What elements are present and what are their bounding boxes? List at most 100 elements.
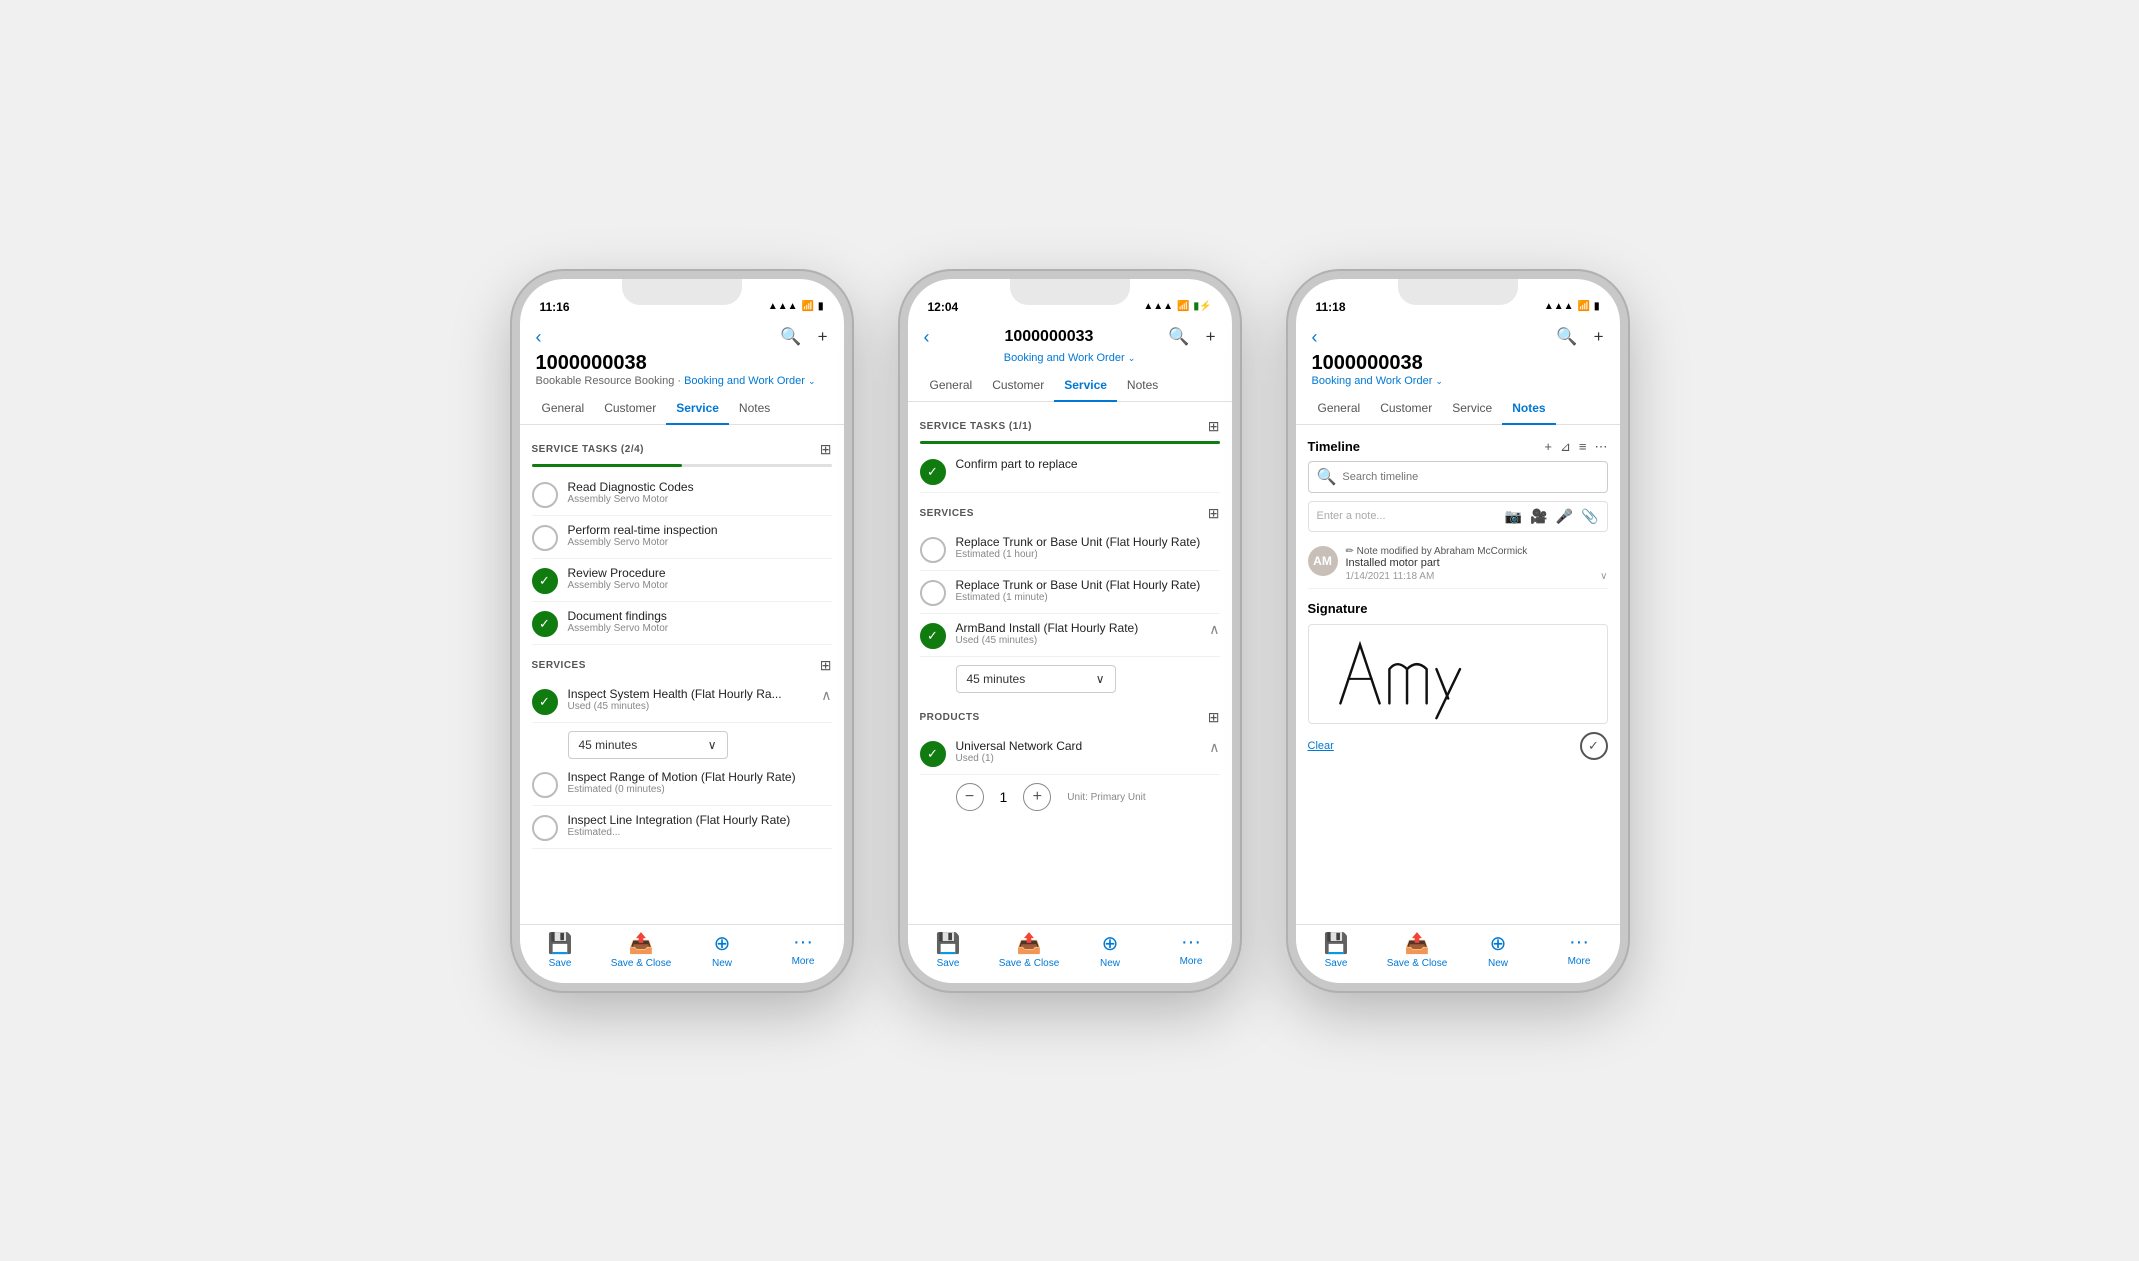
- service-item-2-2[interactable]: Replace Trunk or Base Unit (Flat Hourly …: [920, 571, 1220, 614]
- service-check-2-2[interactable]: [920, 580, 946, 606]
- timeline-dots-3[interactable]: ⋯: [1595, 439, 1608, 455]
- task-check-1-2[interactable]: [532, 525, 558, 551]
- more-button-1[interactable]: ··· More: [763, 931, 844, 969]
- add-icon-2[interactable]: +: [1206, 327, 1216, 347]
- note-input-row-3[interactable]: Enter a note... 📷 🎥 🎤 📎: [1308, 501, 1608, 532]
- time-1: 11:16: [540, 300, 570, 314]
- service-check-1-1[interactable]: ✓: [532, 689, 558, 715]
- section-icon-tasks-2[interactable]: ⊞: [1208, 418, 1220, 435]
- product-item-2-1[interactable]: ✓ Universal Network Card Used (1) ∧: [920, 732, 1220, 775]
- qty-row-2-1: − 1 + Unit: Primary Unit: [920, 775, 1220, 815]
- tab-notes-3[interactable]: Notes: [1502, 393, 1555, 425]
- service-item-2-1[interactable]: Replace Trunk or Base Unit (Flat Hourly …: [920, 528, 1220, 571]
- add-icon-3[interactable]: +: [1594, 327, 1604, 347]
- tab-customer-3[interactable]: Customer: [1370, 393, 1442, 425]
- scroll-body-3[interactable]: Timeline + ⊿ ≡ ⋯ 🔍 Enter a note... 📷: [1296, 425, 1620, 924]
- back-button-1[interactable]: ‹: [536, 327, 542, 348]
- page-subtitle-1: Bookable Resource Booking · Booking and …: [536, 375, 828, 387]
- back-button-2[interactable]: ‹: [924, 327, 930, 348]
- save-button-2[interactable]: 💾 Save: [908, 931, 989, 969]
- tab-general-2[interactable]: General: [920, 370, 983, 402]
- tab-customer-1[interactable]: Customer: [594, 393, 666, 425]
- service-name-2-3: ArmBand Install (Flat Hourly Rate): [956, 621, 1200, 635]
- section-icon-services-2[interactable]: ⊞: [1208, 505, 1220, 522]
- more-button-2[interactable]: ··· More: [1151, 931, 1232, 969]
- subtitle-link-3[interactable]: Booking and Work Order: [1312, 375, 1433, 387]
- timeline-list-3[interactable]: ≡: [1579, 439, 1587, 455]
- mic-icon-3[interactable]: 🎤: [1556, 508, 1573, 525]
- more-button-3[interactable]: ··· More: [1539, 931, 1620, 969]
- subtitle-chevron-2[interactable]: ⌄: [1128, 353, 1136, 363]
- qty-plus-2-1[interactable]: +: [1023, 783, 1051, 811]
- service-item-1-1[interactable]: ✓ Inspect System Health (Flat Hourly Ra.…: [532, 680, 832, 723]
- attach-icon-3[interactable]: 📎: [1581, 508, 1598, 525]
- task-item-1-3[interactable]: ✓ Review Procedure Assembly Servo Motor: [532, 559, 832, 602]
- subtitle-link-2[interactable]: Booking and Work Order: [1004, 352, 1125, 364]
- time-select-2-3[interactable]: 45 minutes ∨: [956, 665, 1116, 693]
- new-button-2[interactable]: ⊕ New: [1070, 931, 1151, 969]
- note-expand-3-1[interactable]: ∨: [1600, 571, 1607, 582]
- expand-icon-2-3[interactable]: ∧: [1209, 621, 1219, 638]
- save-close-button-3[interactable]: 📤 Save & Close: [1377, 931, 1458, 969]
- task-item-1-2[interactable]: Perform real-time inspection Assembly Se…: [532, 516, 832, 559]
- new-button-3[interactable]: ⊕ New: [1458, 931, 1539, 969]
- task-name-1-4: Document findings: [568, 609, 832, 623]
- scroll-body-1[interactable]: SERVICE TASKS (2/4) ⊞ Read Diagnostic Co…: [520, 425, 844, 924]
- new-button-1[interactable]: ⊕ New: [682, 931, 763, 969]
- save-button-1[interactable]: 💾 Save: [520, 931, 601, 969]
- task-check-1-1[interactable]: [532, 482, 558, 508]
- service-item-1-2[interactable]: Inspect Range of Motion (Flat Hourly Rat…: [532, 763, 832, 806]
- time-select-1-1[interactable]: 45 minutes ∨: [568, 731, 728, 759]
- tab-general-1[interactable]: General: [532, 393, 595, 425]
- service-check-2-3[interactable]: ✓: [920, 623, 946, 649]
- save-button-3[interactable]: 💾 Save: [1296, 931, 1377, 969]
- back-button-3[interactable]: ‹: [1312, 327, 1318, 348]
- sig-confirm-3[interactable]: ✓: [1580, 732, 1608, 760]
- save-close-label-3: Save & Close: [1387, 958, 1448, 969]
- scroll-body-2[interactable]: SERVICE TASKS (1/1) ⊞ ✓ Confirm part to …: [908, 402, 1232, 924]
- subtitle-chevron-3[interactable]: ⌄: [1435, 376, 1443, 386]
- task-check-2-1[interactable]: ✓: [920, 459, 946, 485]
- search-input-3[interactable]: [1342, 471, 1598, 483]
- tab-notes-1[interactable]: Notes: [729, 393, 780, 425]
- section-icon-tasks-1[interactable]: ⊞: [820, 441, 832, 458]
- task-item-1-4[interactable]: ✓ Document findings Assembly Servo Motor: [532, 602, 832, 645]
- section-icon-services-1[interactable]: ⊞: [820, 657, 832, 674]
- video-icon-3[interactable]: 🎥: [1530, 508, 1547, 525]
- service-check-1-3[interactable]: [532, 815, 558, 841]
- save-close-button-1[interactable]: 📤 Save & Close: [601, 931, 682, 969]
- tab-notes-2[interactable]: Notes: [1117, 370, 1168, 402]
- service-check-2-1[interactable]: [920, 537, 946, 563]
- tab-service-3[interactable]: Service: [1442, 393, 1502, 425]
- qty-minus-2-1[interactable]: −: [956, 783, 984, 811]
- search-icon-3[interactable]: 🔍: [1556, 327, 1577, 347]
- task-item-2-1[interactable]: ✓ Confirm part to replace: [920, 450, 1220, 493]
- search-box-3[interactable]: 🔍: [1308, 461, 1608, 493]
- tab-service-2[interactable]: Service: [1054, 370, 1117, 402]
- search-icon-1[interactable]: 🔍: [780, 327, 801, 347]
- product-check-2-1[interactable]: ✓: [920, 741, 946, 767]
- task-check-1-4[interactable]: ✓: [532, 611, 558, 637]
- tab-general-3[interactable]: General: [1308, 393, 1371, 425]
- timeline-filter-3[interactable]: ⊿: [1560, 439, 1571, 455]
- section-icon-products-2[interactable]: ⊞: [1208, 709, 1220, 726]
- add-icon-1[interactable]: +: [818, 327, 828, 347]
- camera-icon-3[interactable]: 📷: [1505, 508, 1522, 525]
- timeline-add-3[interactable]: +: [1544, 439, 1552, 455]
- tab-customer-2[interactable]: Customer: [982, 370, 1054, 402]
- task-check-1-3[interactable]: ✓: [532, 568, 558, 594]
- expand-icon-1-1[interactable]: ∧: [821, 687, 831, 704]
- expand-icon-2-p1[interactable]: ∧: [1209, 739, 1219, 756]
- task-info-1-4: Document findings Assembly Servo Motor: [568, 609, 832, 634]
- subtitle-link-1[interactable]: Booking and Work Order: [684, 375, 805, 387]
- service-item-2-3[interactable]: ✓ ArmBand Install (Flat Hourly Rate) Use…: [920, 614, 1220, 657]
- service-item-1-3[interactable]: Inspect Line Integration (Flat Hourly Ra…: [532, 806, 832, 849]
- save-close-button-2[interactable]: 📤 Save & Close: [989, 931, 1070, 969]
- subtitle-chevron-1[interactable]: ⌄: [808, 376, 816, 386]
- search-icon-2[interactable]: 🔍: [1168, 327, 1189, 347]
- sig-clear-3[interactable]: Clear: [1308, 740, 1334, 752]
- sig-canvas-3[interactable]: [1308, 624, 1608, 724]
- task-item-1-1[interactable]: Read Diagnostic Codes Assembly Servo Mot…: [532, 473, 832, 516]
- tab-service-1[interactable]: Service: [666, 393, 729, 425]
- service-check-1-2[interactable]: [532, 772, 558, 798]
